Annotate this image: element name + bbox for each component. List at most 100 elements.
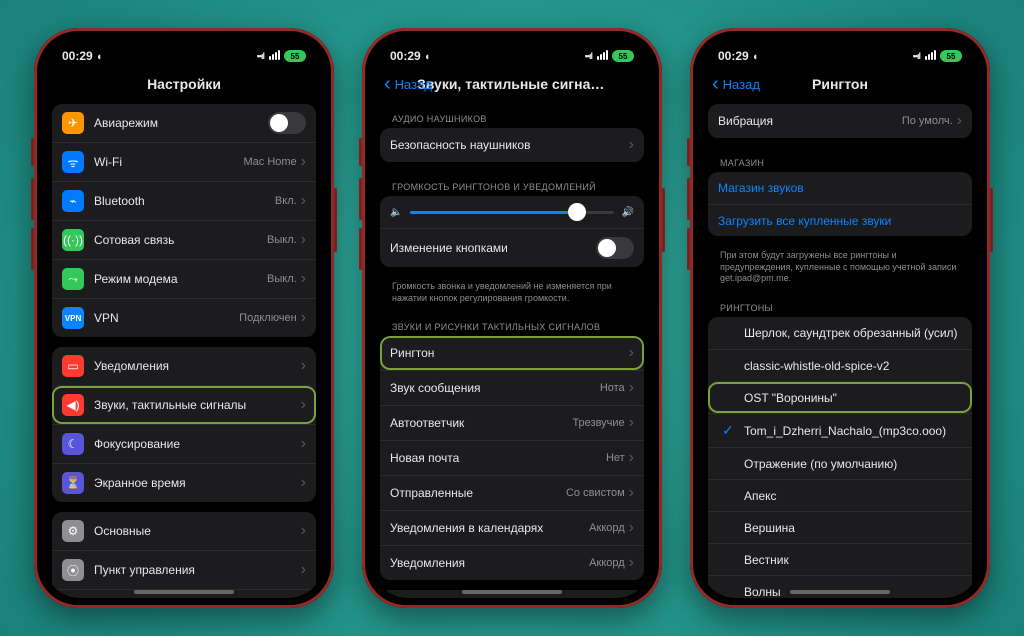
ringtone-label: Tom_i_Dzherri_Nachalo_(mp3co.ooo) bbox=[744, 424, 962, 438]
toggle-switch[interactable] bbox=[268, 112, 306, 134]
row-label: Пункт управления bbox=[94, 563, 301, 577]
page-title: Рингтон bbox=[812, 76, 868, 92]
row-label: Авиарежим bbox=[94, 116, 268, 130]
row-value: Аккорд bbox=[589, 522, 625, 534]
row-label: Новая почта bbox=[390, 451, 606, 465]
sound-row[interactable]: Звук сообщенияНота bbox=[380, 370, 644, 405]
nav-bar: Назад Звуки, тактильные сигналы bbox=[372, 68, 652, 100]
row-label: Звуки, тактильные сигналы bbox=[94, 398, 301, 412]
row-icon: ◀︎) bbox=[62, 394, 84, 416]
footnote-volume: Громкость звонка и уведомлений не изменя… bbox=[380, 277, 644, 312]
ringtone-row[interactable]: Отражение (по умолчанию) bbox=[708, 447, 972, 479]
nav-bar: Настройки bbox=[44, 68, 324, 100]
sound-row[interactable]: АвтоответчикТрезвучие bbox=[380, 405, 644, 440]
settings-row[interactable]: ((·))Сотовая связьВыкл. bbox=[52, 220, 316, 259]
ringtone-row[interactable]: Шерлок, саундтрек обрезанный (усил) bbox=[708, 317, 972, 349]
ringtone-label: classic-whistle-old-spice-v2 bbox=[744, 359, 962, 373]
page-title: Настройки bbox=[147, 76, 221, 92]
back-button[interactable]: Назад bbox=[712, 77, 760, 92]
section-header-ringtones: РИНГТОНЫ bbox=[708, 293, 972, 317]
row-value: Со свистом bbox=[566, 487, 625, 499]
nav-bar: Назад Рингтон bbox=[700, 68, 980, 100]
signal-icon: ••ıl bbox=[257, 51, 264, 61]
section-header-sounds: ЗВУКИ И РИСУНКИ ТАКТИЛЬНЫХ СИГНАЛОВ bbox=[380, 312, 644, 336]
row-icon: ⌁ bbox=[62, 190, 84, 212]
home-indicator[interactable] bbox=[134, 590, 234, 594]
row-icon: ☾ bbox=[62, 433, 84, 455]
settings-row[interactable]: ⤳ Режим модемаВыкл. bbox=[52, 259, 316, 298]
sound-row[interactable]: Новая почтаНет bbox=[380, 440, 644, 475]
ringtone-row[interactable]: Волны bbox=[708, 575, 972, 598]
row-value: Трезвучие bbox=[572, 417, 624, 429]
section-header-volume: ГРОМКОСТЬ РИНГТОНОВ И УВЕДОМЛЕНИЙ bbox=[380, 172, 644, 196]
chevron-right-icon bbox=[629, 379, 634, 397]
row-label: Рингтон bbox=[390, 346, 629, 360]
ringtone-row[interactable]: classic-whistle-old-spice-v2 bbox=[708, 349, 972, 381]
row-label: Экранное время bbox=[94, 476, 301, 490]
home-indicator[interactable] bbox=[790, 590, 890, 594]
sound-row[interactable]: ОтправленныеСо свистом bbox=[380, 475, 644, 510]
ringtone-row[interactable]: ✓Tom_i_Dzherri_Nachalo_(mp3co.ooo) bbox=[708, 413, 972, 447]
chevron-right-icon bbox=[301, 522, 306, 540]
ringtone-row[interactable]: Вестник bbox=[708, 543, 972, 575]
settings-row[interactable]: ☾Фокусирование bbox=[52, 424, 316, 463]
ringtone-row[interactable]: Апекс bbox=[708, 479, 972, 511]
settings-row[interactable]: ✈︎Авиарежим bbox=[52, 104, 316, 142]
signal-icon: ••ıl bbox=[585, 51, 592, 61]
settings-row[interactable]: ⌁BluetoothВкл. bbox=[52, 181, 316, 220]
chevron-right-icon bbox=[301, 153, 306, 171]
row-value: Подключен bbox=[239, 312, 297, 324]
row-headphone-safety[interactable]: Безопасность наушников bbox=[380, 128, 644, 162]
section-header-audio: АУДИО НАУШНИКОВ bbox=[380, 104, 644, 128]
battery-icon: 55 bbox=[284, 50, 306, 62]
phone-ringtone: 00:29 ••ıl 55 Назад Рингтон Вибрация По … bbox=[690, 28, 990, 608]
ringtone-row[interactable]: Вершина bbox=[708, 511, 972, 543]
sound-row[interactable]: Уведомления в календаряхАккорд bbox=[380, 510, 644, 545]
chevron-right-icon bbox=[629, 414, 634, 432]
toggle-switch[interactable] bbox=[596, 237, 634, 259]
ringtone-label: OST "Воронины" bbox=[744, 391, 962, 405]
volume-high-icon: 🔊 bbox=[622, 207, 634, 218]
row-label: Bluetooth bbox=[94, 194, 275, 208]
row-label: Автоответчик bbox=[390, 416, 572, 430]
settings-row[interactable]: ⦿Пункт управления bbox=[52, 550, 316, 589]
back-button[interactable]: Назад bbox=[384, 77, 432, 92]
battery-icon: 55 bbox=[612, 50, 634, 62]
sound-row[interactable]: УведомленияАккорд bbox=[380, 545, 644, 580]
row-value: Mac Home bbox=[243, 156, 296, 168]
chevron-right-icon bbox=[629, 519, 634, 537]
row-change-with-buttons[interactable]: Изменение кнопками bbox=[380, 228, 644, 267]
ringtone-label: Шерлок, саундтрек обрезанный (усил) bbox=[744, 326, 962, 340]
link-download-purchased[interactable]: Загрузить все купленные звуки bbox=[708, 204, 972, 236]
row-value: Выкл. bbox=[267, 234, 297, 246]
ringtone-row[interactable]: OST "Воронины" bbox=[708, 381, 972, 413]
chevron-right-icon bbox=[629, 554, 634, 572]
settings-row[interactable]: ⚙︎Основные bbox=[52, 512, 316, 550]
settings-row[interactable]: VPNVPNПодключен bbox=[52, 298, 316, 337]
row-label: Уведомления bbox=[390, 556, 589, 570]
link-tone-store[interactable]: Магазин звуков bbox=[708, 172, 972, 204]
row-vibration[interactable]: Вибрация По умолч. bbox=[708, 104, 972, 138]
chevron-right-icon bbox=[301, 396, 306, 414]
volume-low-icon: 🔈 bbox=[390, 207, 402, 218]
row-value: Аккорд bbox=[589, 557, 625, 569]
home-indicator[interactable] bbox=[462, 590, 562, 594]
status-time: 00:29 bbox=[62, 49, 102, 63]
settings-row[interactable]: ▭Уведомления bbox=[52, 347, 316, 385]
chevron-right-icon bbox=[301, 435, 306, 453]
settings-row[interactable]: ◀︎) Звуки, тактильные сигналы bbox=[52, 385, 316, 424]
sound-row[interactable]: Рингтон bbox=[380, 336, 644, 370]
chevron-right-icon bbox=[301, 561, 306, 579]
row-value: Выкл. bbox=[267, 273, 297, 285]
row-value: Нет bbox=[606, 452, 625, 464]
row-icon: ⤳ bbox=[62, 268, 84, 290]
settings-row[interactable]: ⏳Экранное время bbox=[52, 463, 316, 502]
settings-row[interactable]: ᯤWi-FiMac Home bbox=[52, 142, 316, 181]
row-label: VPN bbox=[94, 311, 239, 325]
phone-settings: 00:29 ••ıl 55 Настройки ✈︎АвиарежимᯤWi-F… bbox=[34, 28, 334, 608]
ringtone-label: Апекс bbox=[744, 489, 962, 503]
volume-slider[interactable] bbox=[410, 211, 613, 214]
row-label: Режим модема bbox=[94, 272, 267, 286]
row-icon: VPN bbox=[62, 307, 84, 329]
chevron-right-icon bbox=[301, 357, 306, 375]
